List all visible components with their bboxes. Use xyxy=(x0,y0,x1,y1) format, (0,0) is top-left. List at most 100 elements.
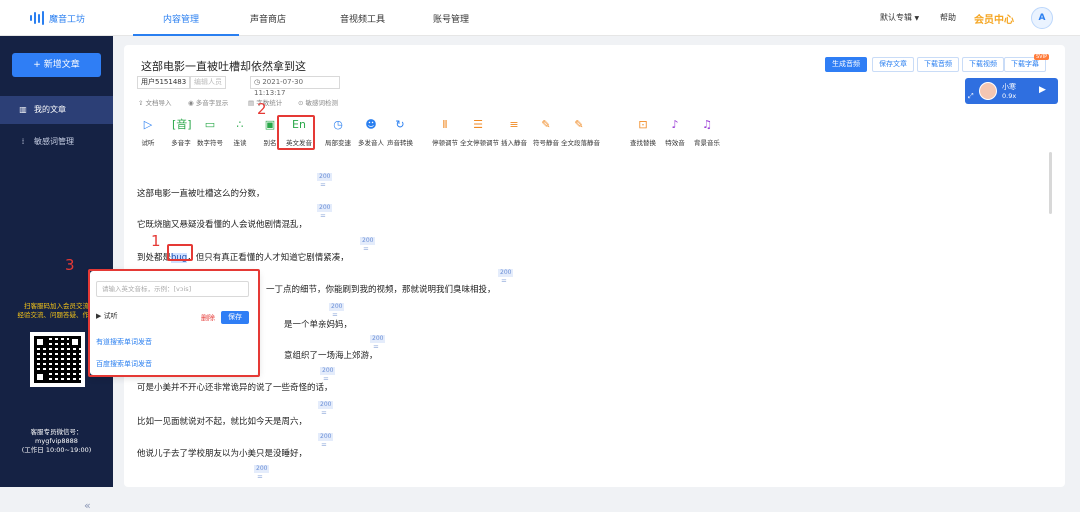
pause-marker-icon: = xyxy=(332,311,338,319)
editor-panel: 这部电影一直被吐槽却依然拿到这 用户5151483 编辑人员 ◷ 2021-07… xyxy=(124,45,1065,487)
speaker-name: 小寒 xyxy=(1002,83,1016,91)
tool-icon: ⊡ xyxy=(638,118,648,131)
sidebar-item-my-articles[interactable]: ▥ 我的文章 xyxy=(0,96,113,124)
tool-7[interactable]: ◷ 局部变速 xyxy=(320,117,356,147)
pause-badge[interactable]: 200 xyxy=(320,367,336,375)
highlight-box-bug xyxy=(167,244,193,261)
tool-9[interactable]: ↻ 声音转换 xyxy=(382,117,418,147)
tab-voice-store[interactable]: 声音商店 xyxy=(250,12,286,25)
download-video-button[interactable]: 下载视频 xyxy=(962,57,1004,72)
tool-icon: ✎ xyxy=(574,118,584,131)
sensitive-check-link[interactable]: ⊙ 敏感词检测 xyxy=(298,97,338,107)
pause-marker-icon: = xyxy=(363,245,369,253)
datetime-field[interactable]: ◷ 2021-07-30 11:13:17 xyxy=(250,76,340,97)
tab-content-management[interactable]: 内容管理 xyxy=(163,12,199,25)
active-tab-indicator xyxy=(133,34,239,36)
voice-player[interactable]: ⤢ 小寒 0.9x ▶ xyxy=(965,78,1058,104)
tab-account[interactable]: 账号管理 xyxy=(433,12,469,25)
tool-15[interactable]: ⊡ 查找替换 xyxy=(625,117,661,147)
generate-audio-button[interactable]: 生成音频 xyxy=(825,57,867,72)
qr-pattern xyxy=(34,336,81,383)
paragraph[interactable]: 比如一见面就说对不起，就比如今天是周六， xyxy=(137,415,307,427)
pause-badge[interactable]: 200 xyxy=(318,433,334,441)
tool-1[interactable]: ▷ 试听 xyxy=(130,117,166,147)
expand-icon[interactable]: ⤢ xyxy=(968,92,974,101)
editor-input[interactable]: 编辑人员 xyxy=(190,76,226,89)
tool-11[interactable]: ☰ 全文停顿调节 xyxy=(460,117,499,147)
sidebar-item-label: 敏感词管理 xyxy=(34,137,74,146)
tool-label: 局部变速 xyxy=(325,139,351,147)
tool-label: 全文停顿调节 xyxy=(460,139,499,147)
tool-10[interactable]: Ⅱ 停顿调节 xyxy=(427,117,463,147)
pause-badge[interactable]: 200 xyxy=(360,237,376,245)
new-article-button[interactable]: + 新增文章 xyxy=(12,53,101,77)
import-link[interactable]: ⇪ 文档导入 xyxy=(138,97,172,107)
vip-center-link[interactable]: 会员中心 xyxy=(974,11,1014,26)
sidebar-item-sensitive-words[interactable]: ⁞ 敏感词管理 xyxy=(0,128,113,156)
qr-corner xyxy=(34,371,46,383)
filter-icon: ⁞ xyxy=(21,137,25,146)
paragraph[interactable]: 是一个单亲妈妈， xyxy=(284,318,352,330)
pause-badge[interactable]: 200 xyxy=(318,401,334,409)
qr-corner xyxy=(69,336,81,348)
speaker-speed: 0.9x xyxy=(1002,92,1017,100)
tool-icon: ≡ xyxy=(509,118,519,131)
tool-14[interactable]: ✎ 全文段落静音 xyxy=(561,117,600,147)
paragraph[interactable]: 一丁点的细节，你能刷到我的视频，那就说明我们臭味相投， xyxy=(266,283,496,295)
pause-marker-icon: = xyxy=(321,441,327,449)
tool-16[interactable]: ♪ 特效音 xyxy=(657,117,693,147)
pause-badge[interactable]: 200 xyxy=(498,269,514,277)
service-line: 客服专员微信号： xyxy=(30,428,83,436)
pause-badge[interactable]: 200 xyxy=(317,204,333,212)
annotation-2: 2 xyxy=(257,100,267,118)
tool-icon: ◷ xyxy=(333,118,343,131)
qr-code-image xyxy=(30,332,85,387)
tab-av-tools[interactable]: 音视频工具 xyxy=(340,12,385,25)
logo-text: 魔音工坊 xyxy=(49,14,86,25)
tool-13[interactable]: ✎ 符号静音 xyxy=(528,117,564,147)
tool-label: 声音转换 xyxy=(387,139,413,147)
meta-label: 文档导入 xyxy=(145,99,172,107)
help-link[interactable]: 帮助 xyxy=(940,12,956,23)
tool-icon: ▭ xyxy=(204,118,216,131)
tool-icon: ♪ xyxy=(671,118,679,131)
pause-badge[interactable]: 200 xyxy=(254,465,270,473)
annotation-1: 1 xyxy=(151,232,161,250)
tool-icon: ∴ xyxy=(236,118,244,131)
polyphone-toggle[interactable]: ◉ 多音字显示 xyxy=(188,97,228,107)
top-nav-bar: 魔音工坊 内容管理 声音商店 音视频工具 账号管理 默认专辑 ▼ 帮助 会员中心… xyxy=(0,0,1080,36)
tool-17[interactable]: ♫ 背景音乐 xyxy=(689,117,725,147)
tool-icon: ✎ xyxy=(541,118,551,131)
download-audio-button[interactable]: 下载音频 xyxy=(917,57,959,72)
sidebar: + 新增文章 ▥ 我的文章 ⁞ 敏感词管理 扫客服码加入会员交流 经验交流、问题答疑… xyxy=(0,36,113,512)
collapse-sidebar-icon[interactable]: « xyxy=(84,499,91,512)
save-article-button[interactable]: 保存文章 xyxy=(872,57,914,72)
paragraph[interactable]: 他说儿子去了学校朋友以为小美只是没睡好， xyxy=(137,447,307,459)
avatar[interactable]: A xyxy=(1031,7,1053,29)
album-label: 默认专辑 xyxy=(880,13,912,22)
chevron-down-icon: ▼ xyxy=(914,15,920,22)
play-icon[interactable]: ▶ xyxy=(1039,85,1046,95)
pause-marker-icon: = xyxy=(320,181,326,189)
paragraph[interactable]: 意组织了一场海上郊游， xyxy=(284,349,378,361)
paragraph[interactable]: 它既烧脑又悬疑没看懂的人会说他剧情混乱， xyxy=(137,218,307,230)
logo[interactable]: 魔音工坊 xyxy=(30,11,85,25)
document-title[interactable]: 这部电影一直被吐槽却依然拿到这 xyxy=(141,58,306,74)
service-line: mygfvip8888 xyxy=(35,437,78,445)
pause-marker-icon: = xyxy=(323,375,329,383)
pause-marker-icon: = xyxy=(321,409,327,417)
user-tag: 用户5151483 xyxy=(137,76,191,89)
qr-corner xyxy=(34,336,46,348)
paragraph[interactable]: 这部电影一直被吐槽这么的分数， xyxy=(137,187,265,199)
pause-badge[interactable]: 200 xyxy=(370,335,386,343)
meta-label: 敏感词检测 xyxy=(305,99,339,107)
paragraph[interactable]: 可是小美并不开心还非常诡异的说了一些奇怪的话， xyxy=(137,381,333,393)
tool-12[interactable]: ≡ 插入静音 xyxy=(496,117,532,147)
paragraph-text: ，但只有真正看懂的人才知道它剧情紧凑， xyxy=(187,253,349,263)
tool-label: 停顿调节 xyxy=(432,139,458,147)
scrollbar[interactable] xyxy=(1049,152,1052,214)
pause-badge[interactable]: 200 xyxy=(317,173,333,181)
pause-badge[interactable]: 200 xyxy=(329,303,345,311)
album-select[interactable]: 默认专辑 ▼ xyxy=(880,12,919,23)
pause-marker-icon: = xyxy=(320,212,326,220)
